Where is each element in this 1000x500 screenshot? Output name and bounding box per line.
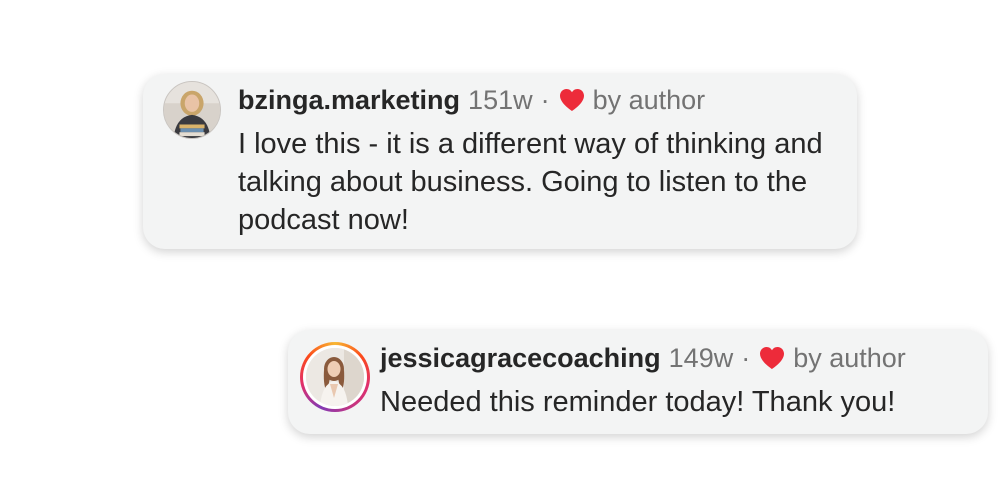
story-ring[interactable] bbox=[300, 342, 370, 412]
heart-icon bbox=[759, 346, 785, 370]
avatar-photo-icon bbox=[306, 348, 364, 406]
username-link[interactable]: bzinga.marketing bbox=[238, 84, 460, 116]
comments-screenshot: bzinga.marketing 151w · by author I love… bbox=[0, 0, 1000, 500]
comment-card: jessicagracecoaching 149w · by author Ne… bbox=[288, 330, 988, 434]
comment-card: bzinga.marketing 151w · by author I love… bbox=[143, 74, 857, 249]
comment-header: bzinga.marketing 151w · by author bbox=[238, 84, 705, 116]
comment-header: jessicagracecoaching 149w · by author bbox=[380, 342, 906, 374]
separator-dot: · bbox=[741, 343, 751, 373]
liked-by-author-label: by author bbox=[592, 85, 706, 115]
comment-age[interactable]: 149w bbox=[669, 342, 734, 374]
separator-dot: · bbox=[540, 85, 550, 115]
heart-icon bbox=[559, 88, 585, 112]
liked-by-author-label: by author bbox=[793, 343, 906, 373]
comment-text: I love this - it is a different way of t… bbox=[238, 128, 823, 236]
avatar[interactable] bbox=[163, 81, 221, 139]
comment-text: Needed this reminder today! Thank you! bbox=[380, 386, 896, 418]
username-link[interactable]: jessicagracecoaching bbox=[380, 342, 661, 374]
avatar-photo-icon bbox=[164, 82, 220, 138]
comment-age[interactable]: 151w bbox=[468, 84, 533, 116]
avatar bbox=[306, 348, 364, 406]
